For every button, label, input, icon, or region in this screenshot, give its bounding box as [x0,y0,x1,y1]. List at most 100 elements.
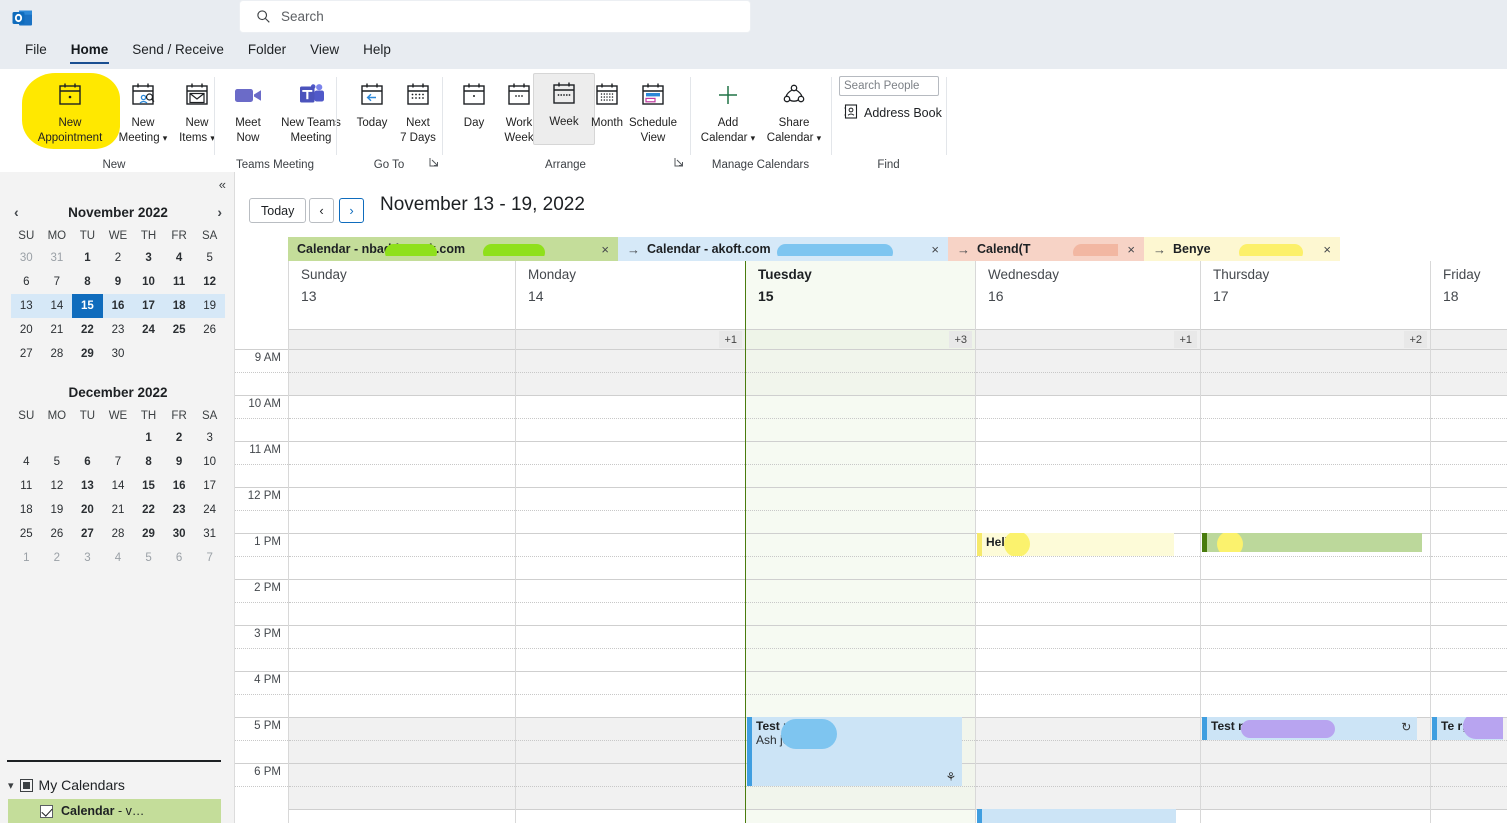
mini-calendar-day[interactable]: 27 [72,522,103,546]
mini-calendar-day[interactable]: 19 [194,294,225,318]
mini-calendar-day[interactable]: 9 [103,270,134,294]
day-column[interactable]: Monday 14 +1 [515,261,745,823]
close-icon[interactable]: × [1323,242,1331,257]
calendar-appointment[interactable]: Hello [977,533,1175,556]
collapse-sidebar-icon[interactable]: « [219,177,226,192]
mini-calendar-day[interactable]: 21 [103,498,134,522]
mini-calendar-day[interactable]: 7 [103,450,134,474]
mini-calendar-day[interactable]: 22 [133,498,164,522]
mini-calendar-day[interactable]: 4 [103,546,134,570]
calendar-appointment[interactable]: Test r Ash jo ⚘ [747,717,963,786]
next-7-days-button[interactable]: Next 7 Days [387,75,449,145]
mini-calendar-day[interactable]: 24 [194,498,225,522]
mini-calendar-day[interactable]: 20 [72,498,103,522]
mini-calendar-day[interactable]: 18 [163,294,195,318]
mini-calendar-day[interactable]: 31 [42,246,73,270]
today-nav-button[interactable]: Today [249,198,307,223]
mini-calendar-day[interactable]: 16 [164,474,195,498]
menu-item-file[interactable]: File [14,38,58,64]
mini-calendar-day[interactable]: 3 [72,546,103,570]
mini-calendar-day[interactable]: 3 [133,246,164,270]
mini-calendar-day[interactable]: 21 [42,318,73,342]
mini-calendar-day[interactable]: 12 [42,474,73,498]
mini-calendar-day[interactable]: 30 [11,246,42,270]
calendar-checkbox[interactable] [40,804,53,818]
mini-calendar-day[interactable]: 6 [11,270,42,294]
mini-calendar-day[interactable]: 24 [133,318,164,342]
mini-calendar-day[interactable]: 22 [72,318,103,342]
day-column[interactable]: Friday 18 Te r; A [1430,261,1507,823]
more-events-badge[interactable]: +2 [1404,331,1427,348]
mini-calendar-day[interactable]: 8 [133,450,164,474]
search-people-input[interactable]: Search People [839,76,939,96]
add-calendar-button[interactable]: Add Calendar ▾ [695,75,761,145]
mini-calendar-december[interactable]: SU MO TU WE TH FR SA 1 2 3 4 5 6 7 8 9 10 11 12 13 14… [11,406,225,570]
mini-calendar-day[interactable]: 19 [42,498,73,522]
mini-calendar-day[interactable]: 3 [194,426,225,450]
calendar-list-item[interactable]: Calendar - vde... [8,799,221,823]
arrange-dialog-launcher[interactable] [674,157,684,170]
mini-calendar-day-today[interactable]: 15 [72,294,103,318]
mini-calendar-november[interactable]: SU MO TU WE TH FR SA 30 31 1 2 3 4 5 6 7 8 9 10 11 12… [11,226,225,366]
mini-calendar-day[interactable]: 1 [133,426,164,450]
time-slots[interactable]: Test njo ↻ [1201,349,1430,823]
mini-calendar-day[interactable]: 29 [133,522,164,546]
chevron-down-icon[interactable]: ▾ [163,133,168,143]
mini-calendar-day[interactable]: 18 [11,498,42,522]
mini-calendar-day[interactable]: 2 [42,546,73,570]
mini-calendar-day[interactable]: 23 [103,318,134,342]
menu-item-send-receive[interactable]: Send / Receive [121,38,235,64]
mini-calendar-day[interactable]: 30 [103,342,134,366]
go-to-dialog-launcher[interactable] [429,157,439,170]
mini-calendar-day[interactable]: 2 [164,426,195,450]
close-icon[interactable]: × [931,242,939,257]
time-slots[interactable]: Test r Ash jo ⚘ [746,349,975,823]
menu-item-help[interactable]: Help [352,38,402,64]
mini-calendar-day[interactable]: 26 [194,318,225,342]
mini-calendar-day[interactable]: 20 [11,318,42,342]
mini-calendar-day[interactable]: 6 [72,450,103,474]
chevron-down-icon[interactable]: ▾ [8,779,14,792]
menu-item-home[interactable]: Home [60,38,120,64]
mini-calendar-day[interactable]: 31 [194,522,225,546]
mini-calendar-day[interactable]: 25 [11,522,42,546]
chevron-left-icon[interactable]: ‹ [14,204,19,220]
mini-calendar-day[interactable]: 10 [194,450,225,474]
mini-calendar-day[interactable]: 25 [164,318,195,342]
more-events-badge[interactable]: +3 [949,331,972,348]
mini-calendar-day[interactable]: 5 [194,246,225,270]
schedule-view-button[interactable]: Schedule View [621,75,685,145]
mini-calendar-day[interactable]: 4 [164,246,195,270]
close-icon[interactable]: × [1127,242,1135,257]
menu-item-folder[interactable]: Folder [237,38,297,64]
mini-calendar-day[interactable]: 4 [11,450,42,474]
mini-calendar-day[interactable]: 9 [164,450,195,474]
mini-calendar-day[interactable]: 17 [194,474,225,498]
calendar-appointment[interactable]: Test njo ↻ [1202,717,1418,740]
menu-item-view[interactable]: View [299,38,350,64]
calendar-appointment[interactable]: Te r; A [1432,717,1504,740]
mini-calendar-day[interactable]: 13 [72,474,103,498]
mini-calendar-day[interactable]: 11 [164,270,195,294]
previous-week-button[interactable]: ‹ [309,198,334,223]
calendar-tab[interactable]: → Calendar - akoft.com × [618,237,948,261]
calendar-appointment[interactable] [1202,533,1422,553]
more-events-badge[interactable]: +1 [1174,331,1197,348]
mini-calendar-day[interactable]: 27 [11,342,42,366]
calendar-tab[interactable]: → Calend(T × [948,237,1144,261]
chevron-right-icon[interactable]: › [217,204,222,220]
time-slots[interactable] [516,349,745,823]
mini-calendar-day[interactable]: 5 [133,546,164,570]
mini-calendar-day[interactable]: 8 [72,270,103,294]
mini-calendar-day[interactable]: 17 [133,294,164,318]
mini-calendar-day[interactable]: 11 [11,474,42,498]
mini-calendar-day[interactable]: 12 [194,270,225,294]
mini-calendar-day[interactable]: 14 [41,294,73,318]
mini-calendar-day[interactable]: 2 [103,246,134,270]
calendar-tab[interactable]: → Benye × [1144,237,1340,261]
all-day-row[interactable] [976,330,1200,349]
day-column[interactable]: Sunday 13 [288,261,515,823]
time-slots[interactable]: Hello [976,349,1200,823]
mini-calendar-day[interactable]: 14 [103,474,134,498]
all-day-row[interactable] [516,330,745,349]
